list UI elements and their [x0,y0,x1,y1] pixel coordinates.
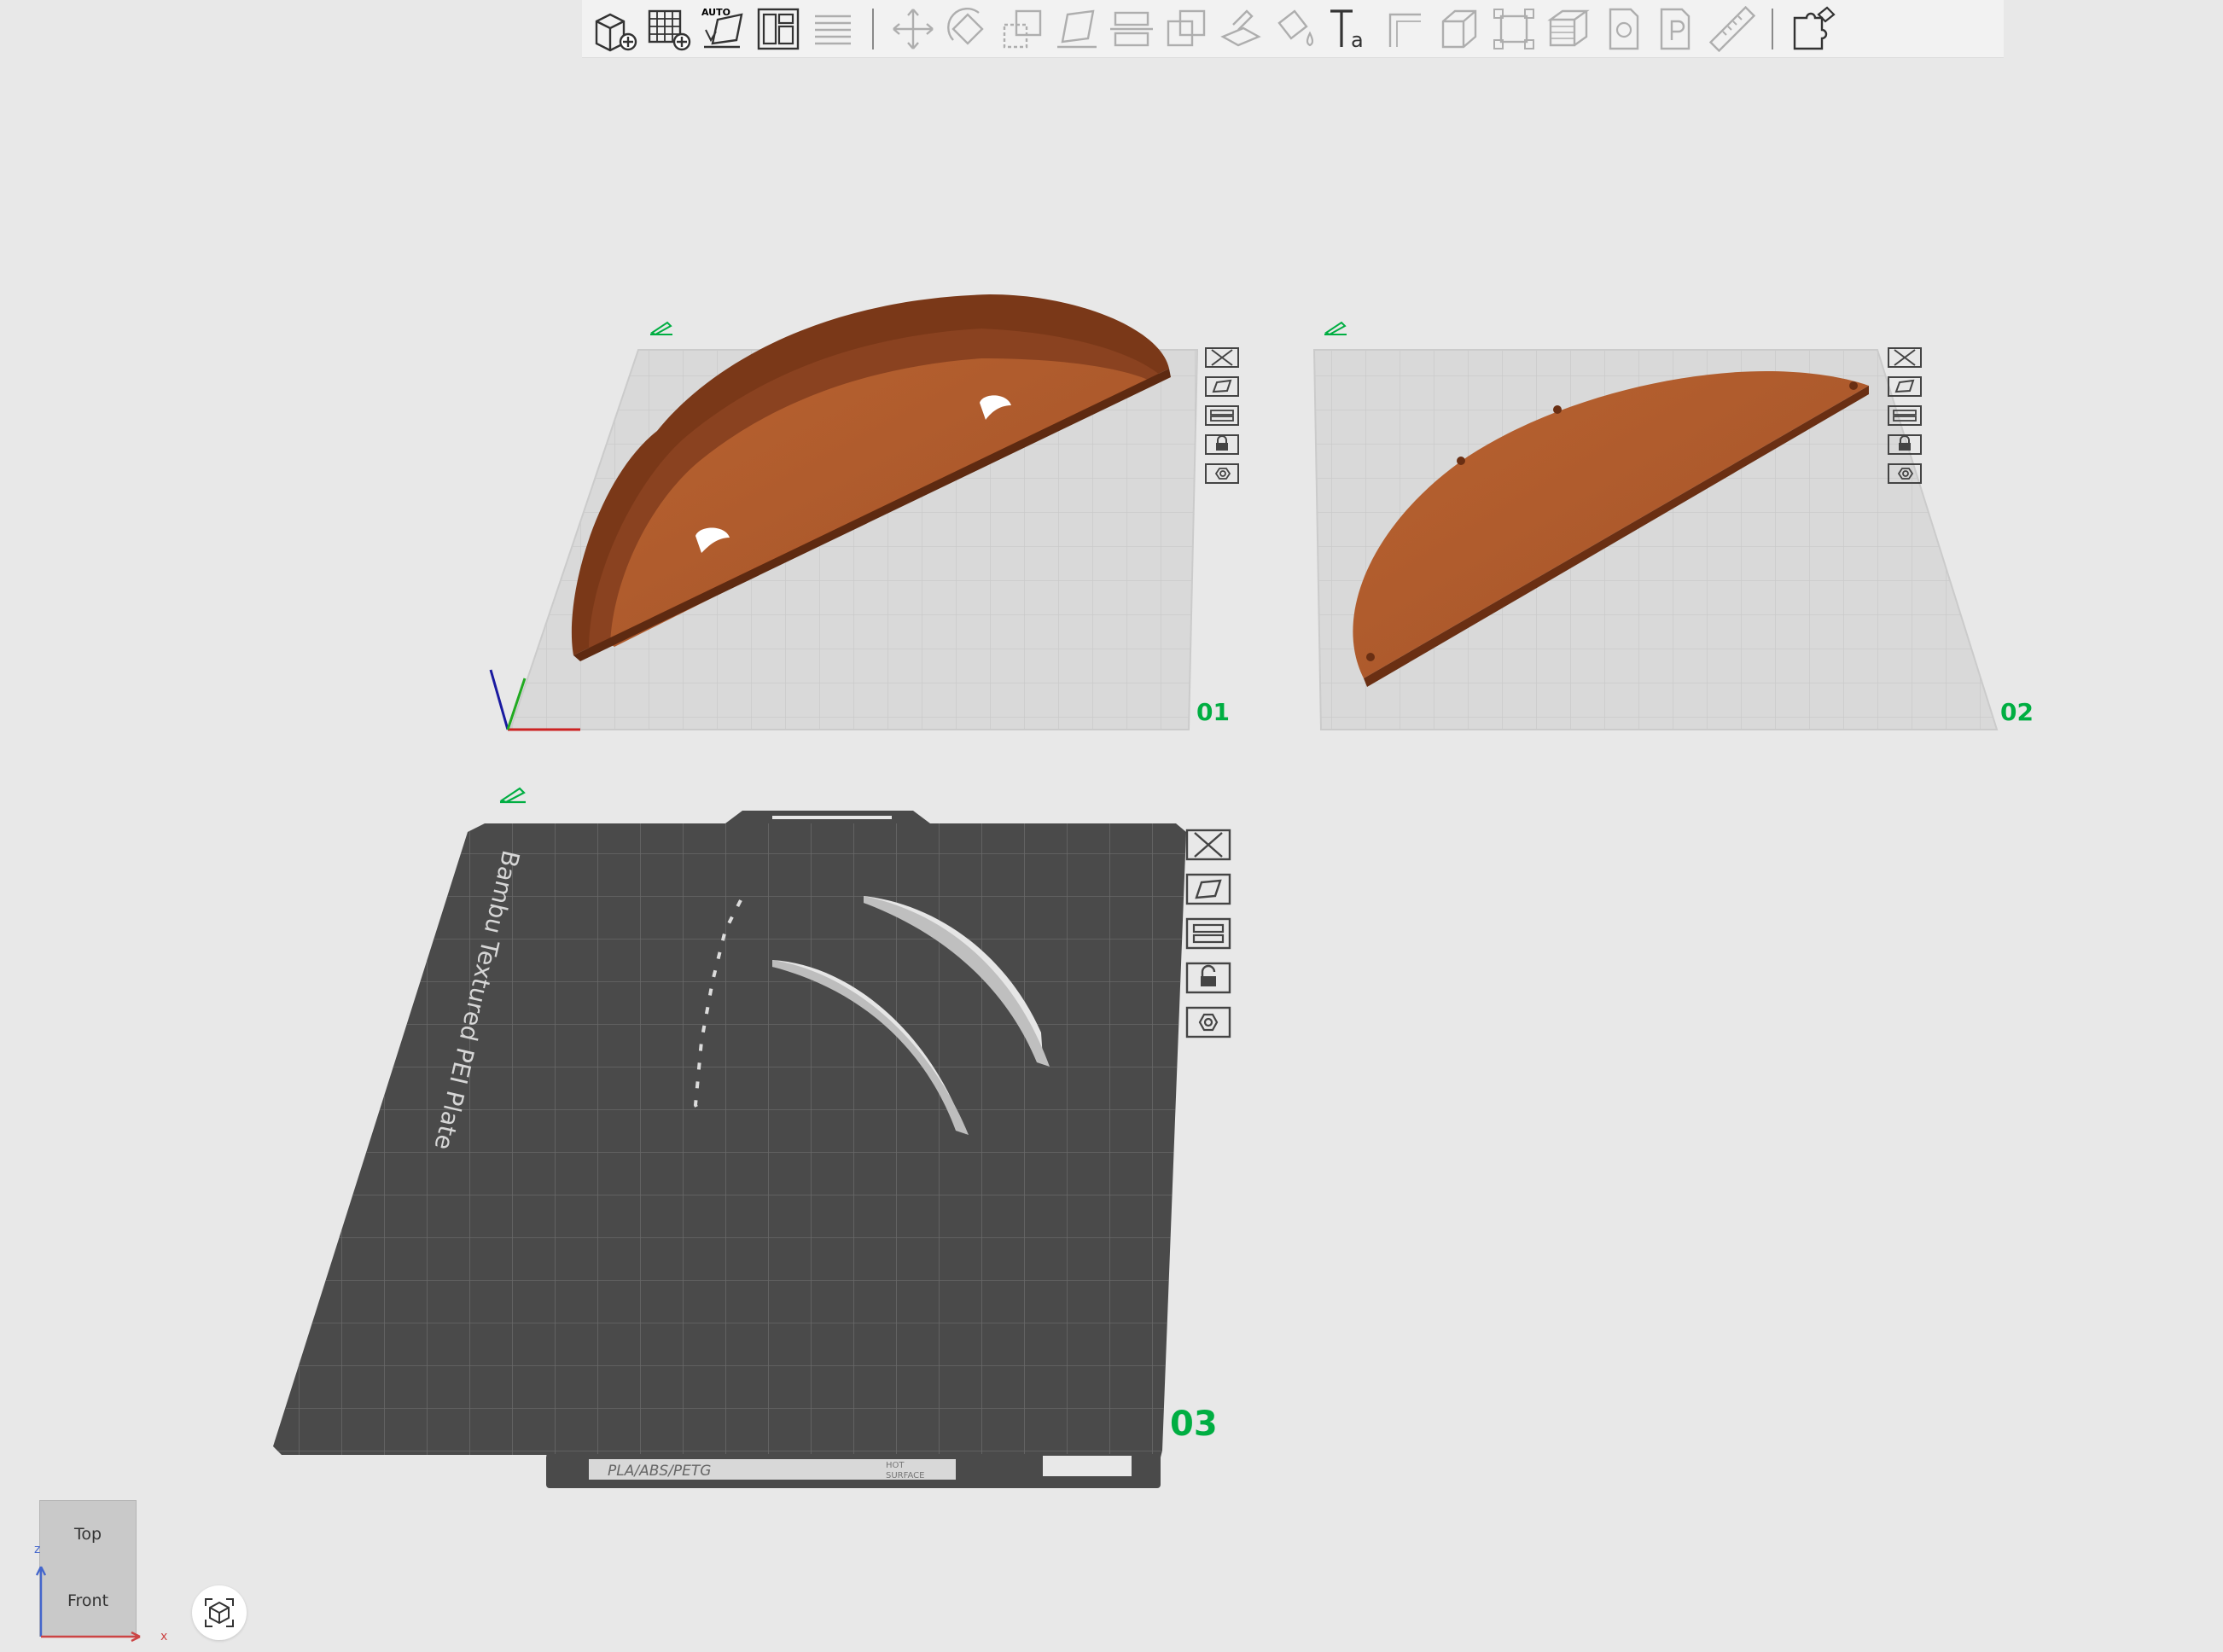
arrange-icon [1185,917,1231,950]
hex-settings-icon [1185,1006,1231,1038]
plate-01-remove-button[interactable] [1203,346,1241,369]
orient-icon [1205,376,1239,397]
reset-view-button[interactable] [192,1585,247,1640]
bed-tag-material: PLA/ABS/PETG [608,1463,711,1480]
plate-03-edit-icon[interactable] [498,783,527,804]
arrange-icon [1888,405,1922,426]
plate-03-number: 03 [1170,1405,1218,1444]
close-icon [1888,347,1922,368]
hex-settings-icon [1205,463,1239,484]
bed-tag-hot: HOT [886,1461,905,1470]
lock-icon [1185,962,1231,994]
plate-01-edit-icon[interactable] [649,317,674,336]
arrange-icon [1205,405,1239,426]
plate-01-arrange-button[interactable] [1203,404,1241,428]
plate-03[interactable] [273,811,1186,1488]
orient-icon [1185,873,1231,905]
plate-03-settings-button[interactable] [1184,1005,1232,1039]
plate-03-lock-button[interactable] [1184,961,1232,995]
plate-02-number: 02 [2000,698,2034,726]
plate-02-lock-button[interactable] [1886,433,1923,457]
plate-02-remove-button[interactable] [1886,346,1923,369]
axis-z-label: z [34,1543,41,1556]
plate-03-arrange-button[interactable] [1184,916,1232,951]
plate-02-edit-icon[interactable] [1323,317,1348,336]
plate-02-auto-orient-button[interactable] [1886,375,1923,398]
plate-01-number: 01 [1196,698,1230,726]
plate-03-tools [1184,828,1232,1039]
close-icon [1185,829,1231,861]
plate-03-remove-button[interactable] [1184,828,1232,862]
plate-01-lock-button[interactable] [1203,433,1241,457]
orient-icon [1888,376,1922,397]
viewport-3d[interactable]: Bambu Textured PEI Plate PLA/ABS/PETG HO… [0,0,2223,1652]
plate-01-settings-button[interactable] [1203,462,1241,486]
plate-03-auto-orient-button[interactable] [1184,872,1232,906]
close-icon [1205,347,1239,368]
bed-tag-surface: SURFACE [886,1471,924,1480]
lock-icon [1205,434,1239,455]
lock-icon [1888,434,1922,455]
plate-02-arrange-button[interactable] [1886,404,1923,428]
plate-01-auto-orient-button[interactable] [1203,375,1241,398]
view-cube-axes [35,1566,141,1643]
hex-settings-icon [1888,463,1922,484]
axis-x-label: x [160,1630,168,1643]
camera-orient-icon [205,1598,234,1627]
plate-02-settings-button[interactable] [1886,462,1923,486]
plate-01-tools [1203,346,1241,486]
plate-02-tools [1886,346,1923,486]
